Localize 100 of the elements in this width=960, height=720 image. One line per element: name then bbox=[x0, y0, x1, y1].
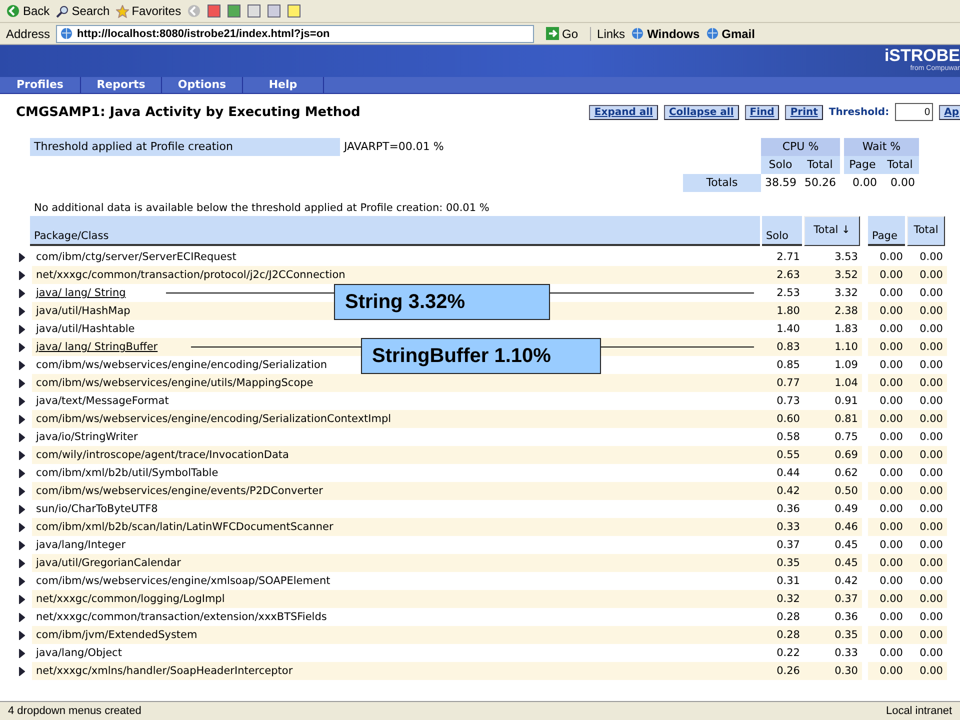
value-cell: 0.55 bbox=[762, 446, 804, 464]
class-name: net/xxxgc/common/logging/LogImpl bbox=[36, 593, 225, 605]
action-button[interactable]: Find bbox=[744, 104, 780, 120]
class-name: com/ibm/ws/webservices/engine/events/P2DConverter bbox=[36, 485, 323, 497]
brand-name: iSTROBE bbox=[884, 47, 960, 65]
value-cell: 2.38 bbox=[804, 302, 862, 320]
value-cell: 0.00 bbox=[868, 266, 907, 284]
class-name: sun/io/CharToByteUTF8 bbox=[36, 503, 158, 515]
action-button[interactable]: Expand all bbox=[589, 104, 658, 120]
column-header: Solo bbox=[762, 216, 802, 246]
page-title: CMGSAMP1: Java Activity by Executing Method bbox=[16, 104, 362, 120]
column-header: Total bbox=[800, 156, 840, 174]
value-cell: 0.26 bbox=[762, 662, 804, 680]
value-cell: 3.52 bbox=[804, 266, 862, 284]
class-name: com/ibm/xml/b2b/util/SymbolTable bbox=[36, 467, 218, 479]
value-cell: 0.32 bbox=[762, 590, 804, 608]
class-name: java/lang/Object bbox=[36, 647, 122, 659]
address-field[interactable]: http://localhost:8080/istrobe21/index.html?js=on bbox=[56, 24, 534, 42]
callout-label: StringBuffer 1.10% bbox=[361, 338, 601, 374]
value-cell: 0.60 bbox=[762, 410, 804, 428]
value-cell: 2.63 bbox=[762, 266, 804, 284]
star-icon bbox=[116, 4, 129, 18]
menu-item[interactable]: Reports bbox=[81, 77, 162, 93]
value-cell: 1.04 bbox=[804, 374, 862, 392]
column-header: Page bbox=[868, 216, 905, 246]
link-button[interactable]: Windows bbox=[631, 26, 700, 40]
column-header: Total bbox=[881, 156, 919, 174]
totals-label: Totals bbox=[683, 174, 761, 192]
page-icon bbox=[60, 27, 74, 40]
page-icon bbox=[631, 27, 644, 40]
toolbar-button[interactable]: Back bbox=[6, 4, 50, 18]
magnifier-icon bbox=[56, 4, 69, 18]
value-cell: 0.00 bbox=[868, 410, 907, 428]
threshold-value: JAVARPT=00.01 % bbox=[342, 139, 445, 155]
links-label: Links bbox=[590, 26, 626, 40]
address-label: Address bbox=[6, 26, 50, 40]
value-cell: 0.00 bbox=[907, 266, 947, 284]
value-cell: 0.00 bbox=[868, 482, 907, 500]
value-cell: 0.81 bbox=[804, 410, 862, 428]
link-button[interactable]: Gmail bbox=[706, 26, 755, 40]
class-name: com/ibm/ws/webservices/engine/utils/MappingScope bbox=[36, 377, 314, 389]
menu-item[interactable]: Options bbox=[162, 77, 243, 93]
threshold-label: Threshold: bbox=[828, 106, 890, 118]
totals-value: 50.26 bbox=[804, 175, 837, 191]
menu-item[interactable]: Profiles bbox=[0, 77, 81, 93]
go-arrow-icon bbox=[546, 27, 560, 40]
toolbar-button[interactable]: Search bbox=[56, 4, 110, 18]
class-name: com/ibm/ws/webservices/engine/xmlsoap/SOAPElement bbox=[36, 575, 330, 587]
value-cell: 0.35 bbox=[804, 626, 862, 644]
value-cell: 0.33 bbox=[762, 518, 804, 536]
class-name: com/ibm/ctg/server/ServerECIRequest bbox=[36, 251, 236, 263]
class-name: com/ibm/jvm/ExtendedSystem bbox=[36, 629, 198, 641]
apply-button[interactable]: Ap bbox=[939, 104, 960, 120]
value-cell: 0.00 bbox=[907, 662, 947, 680]
value-cell: 0.00 bbox=[907, 374, 947, 392]
group-header: CPU % bbox=[761, 138, 840, 156]
status-message: 4 dropdown menus created bbox=[8, 705, 142, 717]
value-cell: 0.00 bbox=[907, 554, 947, 572]
value-cell: 0.00 bbox=[868, 446, 907, 464]
value-cell: 0.00 bbox=[907, 482, 947, 500]
totals-value: 0.00 bbox=[852, 175, 878, 191]
column-header: Page bbox=[844, 156, 881, 174]
value-cell: 0.77 bbox=[762, 374, 804, 392]
column-header: Package/Class bbox=[30, 216, 760, 246]
value-cell: 0.00 bbox=[868, 590, 907, 608]
value-cell: 0.37 bbox=[804, 590, 862, 608]
value-cell: 0.00 bbox=[907, 590, 947, 608]
group-header: Wait % bbox=[844, 138, 919, 156]
value-cell: 0.00 bbox=[868, 338, 907, 356]
value-cell: 0.00 bbox=[868, 302, 907, 320]
page-icon bbox=[706, 27, 719, 40]
value-cell: 0.69 bbox=[804, 446, 862, 464]
value-cell: 1.10 bbox=[804, 338, 862, 356]
value-cell: 0.00 bbox=[868, 518, 907, 536]
class-name: net/xxxgc/common/transaction/protocol/j2c/J2CConnection bbox=[36, 269, 346, 281]
class-name: java/util/GregorianCalendar bbox=[36, 557, 181, 569]
column-header[interactable]: Total ↓ bbox=[804, 216, 860, 246]
action-button[interactable]: Print bbox=[785, 104, 823, 120]
toolbar-button[interactable]: Favorites bbox=[116, 4, 182, 18]
value-cell: 0.00 bbox=[868, 662, 907, 680]
menu-item[interactable]: Help bbox=[243, 77, 324, 93]
class-name: com/ibm/xml/b2b/scan/latin/LatinWFCDocumentScanner bbox=[36, 521, 334, 533]
class-name: net/xxxgc/xmlns/handler/SoapHeaderInterceptor bbox=[36, 665, 293, 677]
value-cell: 0.00 bbox=[868, 626, 907, 644]
totals-value: 38.59 bbox=[764, 175, 798, 191]
value-cell: 0.50 bbox=[804, 482, 862, 500]
value-cell: 0.00 bbox=[907, 626, 947, 644]
value-cell: 0.30 bbox=[804, 662, 862, 680]
class-name: java/ lang/ String bbox=[36, 287, 126, 299]
totals-value: 0.00 bbox=[890, 175, 916, 191]
value-cell: 0.00 bbox=[868, 554, 907, 572]
threshold-input[interactable]: 0 bbox=[895, 103, 934, 121]
class-name: net/xxxgc/common/transaction/extension/xxxBTSFields bbox=[36, 611, 327, 623]
class-name: java/ lang/ StringBuffer bbox=[36, 341, 158, 353]
class-name: com/wily/introscope/agent/trace/InvocationData bbox=[36, 449, 289, 461]
action-button[interactable]: Collapse all bbox=[664, 104, 739, 120]
column-header: Total bbox=[907, 216, 945, 246]
security-zone: Local intranet bbox=[886, 705, 952, 717]
go-button[interactable]: Go bbox=[540, 26, 584, 42]
class-name: java/lang/Integer bbox=[36, 539, 126, 551]
